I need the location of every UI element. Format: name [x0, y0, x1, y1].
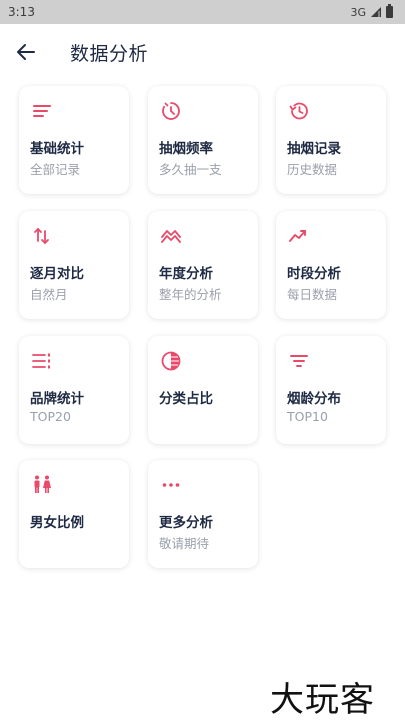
- analysis-grid: 基础统计 全部记录 抽烟频率 多久抽一支 抽烟记录 历史数据 逐月对比 自然月 …: [0, 0, 405, 720]
- card-subtitle: 敬请期待: [159, 536, 210, 551]
- filter-icon: [288, 350, 310, 372]
- zigzag-icon: [160, 225, 182, 247]
- card-title: 基础统计: [30, 141, 84, 157]
- card-title: 更多分析: [159, 515, 213, 531]
- card-title: 抽烟记录: [287, 141, 341, 157]
- card-smoking-age-distribution[interactable]: 烟龄分布 TOP10: [276, 336, 386, 444]
- card-gender-ratio[interactable]: 男女比例: [19, 460, 129, 568]
- card-title: 烟龄分布: [287, 391, 341, 407]
- card-title: 年度分析: [159, 266, 213, 282]
- card-subtitle: 自然月: [30, 287, 68, 302]
- card-smoking-records[interactable]: 抽烟记录 历史数据: [276, 86, 386, 194]
- swap-vertical-icon: [31, 225, 53, 247]
- card-title: 品牌统计: [30, 391, 84, 407]
- card-subtitle: TOP20: [30, 409, 71, 424]
- card-monthly-compare[interactable]: 逐月对比 自然月: [19, 211, 129, 319]
- contrast-circle-icon: [160, 350, 182, 372]
- card-title: 分类占比: [159, 391, 213, 407]
- male-female-icon: [31, 474, 53, 496]
- card-subtitle: 整年的分析: [159, 287, 222, 302]
- card-title: 时段分析: [287, 266, 341, 282]
- card-basic-stats[interactable]: 基础统计 全部记录: [19, 86, 129, 194]
- watermark-text: 大玩客: [270, 680, 375, 720]
- card-period-analysis[interactable]: 时段分析 每日数据: [276, 211, 386, 319]
- card-subtitle: 多久抽一支: [159, 162, 222, 177]
- card-category-ratio[interactable]: 分类占比: [148, 336, 258, 444]
- more-dots-icon: [160, 474, 182, 496]
- card-title: 男女比例: [30, 515, 84, 531]
- card-more-analysis[interactable]: 更多分析 敬请期待: [148, 460, 258, 568]
- card-subtitle: 全部记录: [30, 162, 81, 177]
- card-subtitle: 每日数据: [287, 287, 338, 302]
- card-annual-analysis[interactable]: 年度分析 整年的分析: [148, 211, 258, 319]
- trending-up-icon: [288, 225, 310, 247]
- lines-icon: [31, 100, 53, 122]
- history-icon: [288, 100, 310, 122]
- card-title: 抽烟频率: [159, 141, 213, 157]
- card-subtitle: 历史数据: [287, 162, 338, 177]
- ranked-list-icon: [31, 350, 53, 372]
- card-subtitle: TOP10: [287, 409, 328, 424]
- card-smoking-frequency[interactable]: 抽烟频率 多久抽一支: [148, 86, 258, 194]
- card-title: 逐月对比: [30, 266, 84, 282]
- card-brand-stats[interactable]: 品牌统计 TOP20: [19, 336, 129, 444]
- timer-icon: [160, 100, 182, 122]
